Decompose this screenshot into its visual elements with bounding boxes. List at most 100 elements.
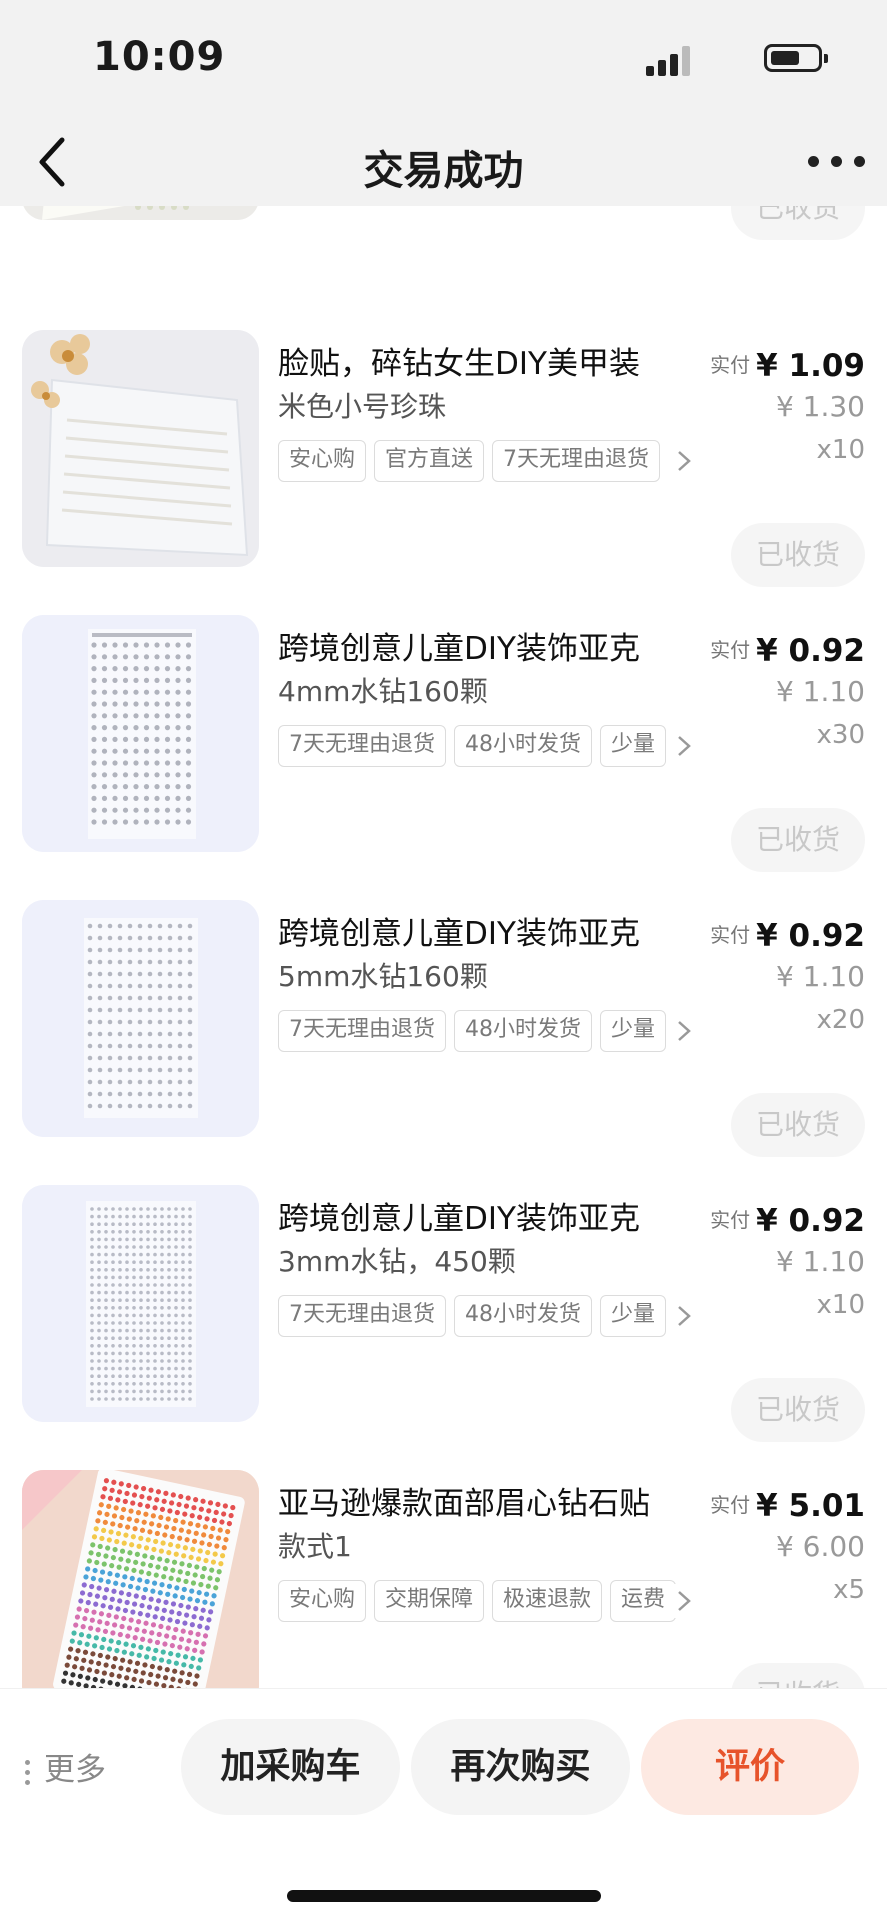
paid-price: ¥ 5.01 <box>756 1488 865 1524</box>
paid-price: ¥ 0.92 <box>756 918 865 954</box>
service-tag: 交期保障 <box>374 1580 485 1622</box>
order-item[interactable]: 跨境创意儿童DIY装饰亚克 5mm水钻160颗 7天无理由退货 48小时发货 少量 … <box>0 900 887 1185</box>
original-price: ¥ 1.10 <box>775 960 865 993</box>
service-tag: 7天无理由退货 <box>278 1295 446 1337</box>
order-item[interactable]: 已收货 <box>0 206 887 268</box>
price-column: 实付 ¥ 0.92 ¥ 1.10 x30 <box>695 633 865 750</box>
service-tag: 运费 <box>610 1580 677 1622</box>
chevron-right-icon[interactable] <box>673 1584 697 1618</box>
price-column: 实付 ¥ 0.92 ¥ 1.10 x20 <box>695 918 865 1035</box>
service-tags: 安心购 官方直送 7天无理由退货 <box>278 440 698 484</box>
received-status-button[interactable]: 已收货 <box>731 1093 865 1157</box>
vertical-dots-icon <box>20 1754 34 1790</box>
service-tags: 7天无理由退货 48小时发货 少量 <box>278 1010 698 1054</box>
original-price: ¥ 6.00 <box>775 1530 865 1563</box>
service-tag: 官方直送 <box>374 440 485 482</box>
paid-label: 实付 <box>710 638 751 662</box>
quantity: x20 <box>816 1005 865 1035</box>
order-item[interactable]: 跨境创意儿童DIY装饰亚克 4mm水钻160颗 7天无理由退货 48小时发货 少量 … <box>0 615 887 900</box>
paid-price: ¥ 0.92 <box>756 1203 865 1239</box>
order-item[interactable]: 脸贴，碎钻女生DIY美甲装 米色小号珍珠 安心购 官方直送 7天无理由退货 实付 ¥ … <box>0 330 887 615</box>
service-tag: 少量 <box>600 1010 667 1052</box>
product-title[interactable]: 跨境创意儿童DIY装饰亚克 <box>278 629 683 669</box>
service-tag: 7天无理由退货 <box>492 440 661 482</box>
home-indicator[interactable] <box>287 1890 601 1902</box>
service-tag: 少量 <box>600 725 667 767</box>
product-image[interactable] <box>22 1185 259 1422</box>
price-column: 实付 ¥ 1.09 ¥ 1.30 x10 <box>695 348 865 465</box>
order-item[interactable]: 亚马逊爆款面部眉心钻石贴 款式1 安心购 交期保障 极速退款 运费 实付 ¥ 5.01 … <box>0 1470 887 1689</box>
paid-price: ¥ 0.92 <box>756 633 865 669</box>
chevron-right-icon[interactable] <box>673 1299 697 1333</box>
nav-bar: 交易成功 <box>0 116 887 206</box>
received-status-button[interactable]: 已收货 <box>731 1378 865 1442</box>
service-tags: 7天无理由退货 48小时发货 少量 <box>278 1295 698 1339</box>
review-button[interactable]: 评价 <box>641 1719 859 1815</box>
product-image[interactable] <box>22 1470 259 1689</box>
more-label: 更多 <box>44 1752 106 1788</box>
product-spec: 3mm水钻，450颗 <box>278 1245 516 1278</box>
product-image[interactable] <box>22 206 259 220</box>
product-spec: 4mm水钻160颗 <box>278 675 488 708</box>
product-spec: 5mm水钻160颗 <box>278 960 488 993</box>
product-spec: 米色小号珍珠 <box>278 390 447 423</box>
item-info: 脸贴，碎钻女生DIY美甲装 米色小号珍珠 安心购 官方直送 7天无理由退货 <box>278 344 698 484</box>
price-column: 实付 ¥ 5.01 ¥ 6.00 x5 <box>695 1488 865 1605</box>
service-tag: 安心购 <box>278 1580 367 1622</box>
paid-price: ¥ 1.09 <box>756 348 865 384</box>
bottom-action-bar: 更多 加采购车 再次购买 评价 <box>0 1689 887 1920</box>
service-tags: 安心购 交期保障 极速退款 运费 <box>278 1580 698 1624</box>
quantity: x30 <box>816 720 865 750</box>
received-status-button[interactable]: 已收货 <box>731 523 865 587</box>
service-tags: 7天无理由退货 48小时发货 少量 <box>278 725 698 769</box>
original-price: ¥ 1.10 <box>775 1245 865 1278</box>
paid-label: 实付 <box>710 1208 751 1232</box>
quantity: x10 <box>816 1290 865 1320</box>
service-tag: 48小时发货 <box>454 1295 592 1337</box>
service-tag: 7天无理由退货 <box>278 1010 446 1052</box>
order-item[interactable]: 跨境创意儿童DIY装饰亚克 3mm水钻，450颗 7天无理由退货 48小时发货 少量… <box>0 1185 887 1470</box>
product-title[interactable]: 跨境创意儿童DIY装饰亚克 <box>278 1199 683 1239</box>
product-image[interactable] <box>22 330 259 567</box>
service-tag: 7天无理由退货 <box>278 725 446 767</box>
chevron-right-icon[interactable] <box>673 444 697 478</box>
service-tag: 极速退款 <box>492 1580 603 1622</box>
status-time: 10:09 <box>93 34 226 80</box>
service-tag: 48小时发货 <box>454 1010 592 1052</box>
quantity: x5 <box>833 1575 865 1605</box>
add-to-cart-button[interactable]: 加采购车 <box>181 1719 400 1815</box>
battery-icon <box>764 44 828 72</box>
product-title[interactable]: 跨境创意儿童DIY装饰亚克 <box>278 914 683 954</box>
paid-label: 实付 <box>710 923 751 947</box>
status-bar: 10:09 <box>0 0 887 116</box>
product-image[interactable] <box>22 615 259 852</box>
original-price: ¥ 1.10 <box>775 675 865 708</box>
product-title[interactable]: 脸贴，碎钻女生DIY美甲装 <box>278 344 683 384</box>
buy-again-button[interactable]: 再次购买 <box>411 1719 630 1815</box>
item-info: 跨境创意儿童DIY装饰亚克 3mm水钻，450颗 7天无理由退货 48小时发货 少量 <box>278 1199 698 1339</box>
cellular-signal-icon <box>646 44 692 76</box>
more-menu-button[interactable]: 更多 <box>20 1745 106 1795</box>
product-image[interactable] <box>22 900 259 1137</box>
service-tag: 少量 <box>600 1295 667 1337</box>
price-column: 实付 ¥ 0.92 ¥ 1.10 x10 <box>695 1203 865 1320</box>
item-info: 亚马逊爆款面部眉心钻石贴 款式1 安心购 交期保障 极速退款 运费 <box>278 1484 698 1624</box>
service-tag: 安心购 <box>278 440 367 482</box>
more-options-button[interactable] <box>808 156 866 168</box>
original-price: ¥ 1.30 <box>775 390 865 423</box>
product-title[interactable]: 亚马逊爆款面部眉心钻石贴 <box>278 1484 683 1524</box>
chevron-right-icon[interactable] <box>673 729 697 763</box>
chevron-right-icon[interactable] <box>673 1014 697 1048</box>
received-status-button[interactable]: 已收货 <box>731 1663 865 1689</box>
paid-label: 实付 <box>710 353 751 377</box>
received-status-button[interactable]: 已收货 <box>731 206 865 240</box>
page-title: 交易成功 <box>363 148 524 194</box>
order-item-list[interactable]: 已收货 脸贴，碎钻女生DIY美甲装 米色小号珍珠 安心购 官方直送 7天无理由退… <box>0 206 887 1689</box>
product-spec: 款式1 <box>278 1530 352 1563</box>
service-tag: 48小时发货 <box>454 725 592 767</box>
quantity: x10 <box>816 435 865 465</box>
paid-label: 实付 <box>710 1493 751 1517</box>
received-status-button[interactable]: 已收货 <box>731 808 865 872</box>
item-info: 跨境创意儿童DIY装饰亚克 5mm水钻160颗 7天无理由退货 48小时发货 少量 <box>278 914 698 1054</box>
item-info: 跨境创意儿童DIY装饰亚克 4mm水钻160颗 7天无理由退货 48小时发货 少量 <box>278 629 698 769</box>
